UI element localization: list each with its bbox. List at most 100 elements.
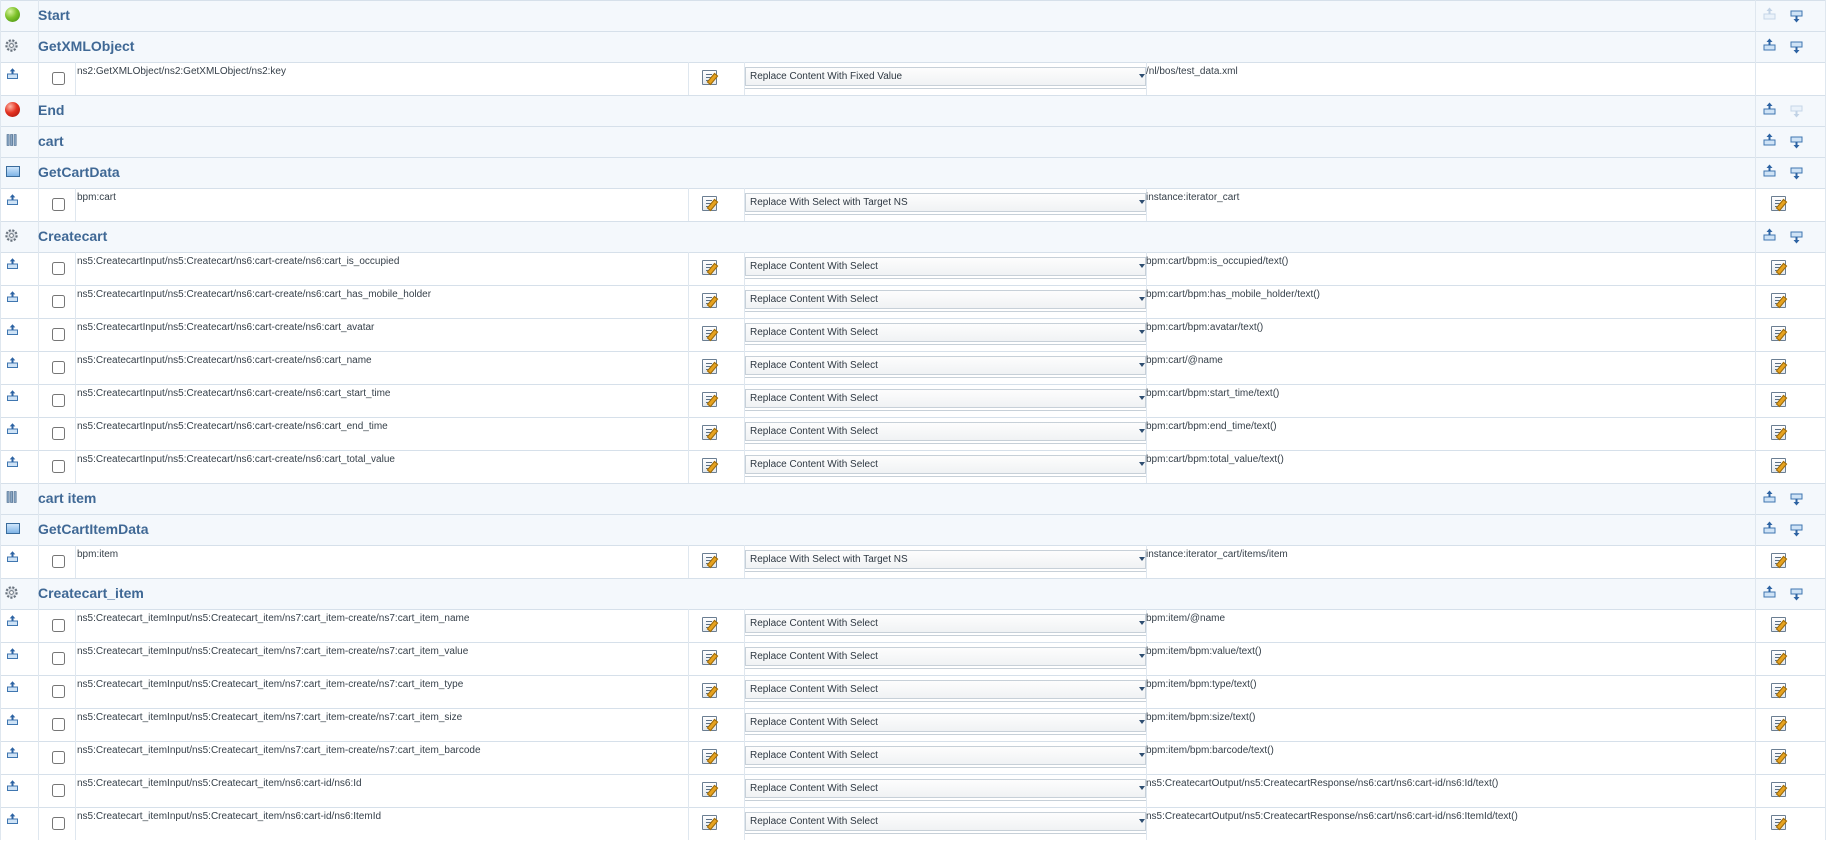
edit-value-icon[interactable] bbox=[1771, 617, 1786, 632]
move-up-icon[interactable] bbox=[1763, 228, 1776, 241]
select-checkbox[interactable] bbox=[52, 198, 65, 211]
edit-value-icon[interactable] bbox=[1771, 260, 1786, 275]
edit-value-icon[interactable] bbox=[1771, 815, 1786, 830]
column-divider bbox=[688, 318, 689, 351]
row-divider bbox=[0, 545, 1826, 546]
select-checkbox[interactable] bbox=[52, 72, 65, 85]
assignment-mode-select[interactable]: Replace Content With Select bbox=[745, 455, 1146, 474]
move-down-icon[interactable] bbox=[1790, 588, 1803, 601]
edit-value-icon[interactable] bbox=[1771, 716, 1786, 731]
move-up-icon[interactable] bbox=[1763, 585, 1776, 598]
select-checkbox[interactable] bbox=[52, 328, 65, 341]
edit-expression-icon[interactable] bbox=[702, 196, 717, 211]
assignment-mode-select[interactable]: Replace Content With Select bbox=[745, 812, 1146, 831]
select-checkbox[interactable] bbox=[52, 295, 65, 308]
assignment-mode-select[interactable]: Replace Content With Select bbox=[745, 680, 1146, 699]
select-checkbox[interactable] bbox=[52, 460, 65, 473]
edit-value-icon[interactable] bbox=[1771, 458, 1786, 473]
assignment-mode-select[interactable]: Replace Content With Select bbox=[745, 779, 1146, 798]
chevron-down-icon bbox=[1139, 297, 1145, 301]
assignment-mode-select[interactable]: Replace Content With Fixed Value bbox=[745, 67, 1146, 86]
assignment-mode-select[interactable]: Replace Content With Select bbox=[745, 323, 1146, 342]
assignment-icon bbox=[7, 648, 18, 659]
select-checkbox[interactable] bbox=[52, 652, 65, 665]
edit-expression-icon[interactable] bbox=[702, 392, 717, 407]
edit-expression-icon[interactable] bbox=[702, 650, 717, 665]
edit-value-icon[interactable] bbox=[1771, 749, 1786, 764]
assignment-mode-select[interactable]: Replace With Select with Target NS bbox=[745, 193, 1146, 212]
edit-expression-icon[interactable] bbox=[702, 749, 717, 764]
edit-expression-icon[interactable] bbox=[702, 716, 717, 731]
edit-value-icon[interactable] bbox=[1771, 650, 1786, 665]
select-checkbox[interactable] bbox=[52, 784, 65, 797]
target-xpath: ns2:GetXMLObject/ns2:GetXMLObject/ns2:ke… bbox=[77, 66, 286, 77]
edit-expression-icon[interactable] bbox=[702, 458, 717, 473]
edit-value-icon[interactable] bbox=[1771, 782, 1786, 797]
select-checkbox[interactable] bbox=[52, 718, 65, 731]
edit-expression-icon[interactable] bbox=[702, 359, 717, 374]
move-up-icon[interactable] bbox=[1763, 164, 1776, 177]
column-divider bbox=[0, 578, 1, 609]
move-up-icon[interactable] bbox=[1763, 102, 1776, 115]
edit-value-icon[interactable] bbox=[1771, 293, 1786, 308]
edit-expression-icon[interactable] bbox=[702, 260, 717, 275]
select-checkbox[interactable] bbox=[52, 394, 65, 407]
move-up-icon[interactable] bbox=[1763, 133, 1776, 146]
edit-expression-icon[interactable] bbox=[702, 326, 717, 341]
move-down-icon[interactable] bbox=[1790, 41, 1803, 54]
column-divider bbox=[1755, 741, 1756, 774]
select-underline bbox=[745, 214, 1146, 215]
edit-expression-icon[interactable] bbox=[702, 617, 717, 632]
select-checkbox[interactable] bbox=[52, 817, 65, 830]
move-down-icon[interactable] bbox=[1790, 231, 1803, 244]
move-down-icon[interactable] bbox=[1790, 10, 1803, 23]
move-down-icon[interactable] bbox=[1790, 524, 1803, 537]
edit-value-icon[interactable] bbox=[1771, 425, 1786, 440]
edit-expression-icon[interactable] bbox=[702, 815, 717, 830]
edit-expression-icon[interactable] bbox=[702, 70, 717, 85]
select-checkbox[interactable] bbox=[52, 555, 65, 568]
move-down-icon[interactable] bbox=[1790, 493, 1803, 506]
select-checkbox[interactable] bbox=[52, 685, 65, 698]
source-value: instance:iterator_cart bbox=[1146, 192, 1240, 203]
source-value: bpm:item/bpm:type/text() bbox=[1146, 679, 1257, 690]
select-checkbox[interactable] bbox=[52, 361, 65, 374]
move-up-icon[interactable] bbox=[1763, 521, 1776, 534]
column-divider bbox=[1755, 708, 1756, 741]
column-divider bbox=[1755, 31, 1756, 62]
target-xpath: ns5:Createcart_itemInput/ns5:Createcart_… bbox=[77, 646, 469, 657]
assignment-mode-select[interactable]: Replace Content With Select bbox=[745, 746, 1146, 765]
edit-expression-icon[interactable] bbox=[702, 553, 717, 568]
move-down-icon[interactable] bbox=[1790, 136, 1803, 149]
select-checkbox[interactable] bbox=[52, 427, 65, 440]
assignment-mode-select[interactable]: Replace Content With Select bbox=[745, 290, 1146, 309]
edit-expression-icon[interactable] bbox=[702, 683, 717, 698]
edit-expression-icon[interactable] bbox=[702, 782, 717, 797]
assignment-icon bbox=[7, 357, 18, 368]
move-up-icon[interactable] bbox=[1763, 38, 1776, 51]
assignment-mode-select[interactable]: Replace With Select with Target NS bbox=[745, 550, 1146, 569]
assignment-mode-select[interactable]: Replace Content With Select bbox=[745, 713, 1146, 732]
select-checkbox[interactable] bbox=[52, 751, 65, 764]
edit-value-icon[interactable] bbox=[1771, 196, 1786, 211]
assignment-mode-select[interactable]: Replace Content With Select bbox=[745, 647, 1146, 666]
edit-value-icon[interactable] bbox=[1771, 359, 1786, 374]
move-down-icon[interactable] bbox=[1790, 167, 1803, 180]
edit-value-icon[interactable] bbox=[1771, 683, 1786, 698]
edit-value-icon[interactable] bbox=[1771, 326, 1786, 341]
edit-value-icon[interactable] bbox=[1771, 553, 1786, 568]
assignment-mode-select[interactable]: Replace Content With Select bbox=[745, 389, 1146, 408]
select-checkbox[interactable] bbox=[52, 619, 65, 632]
edit-expression-icon[interactable] bbox=[702, 425, 717, 440]
edit-expression-icon[interactable] bbox=[702, 293, 717, 308]
select-checkbox[interactable] bbox=[52, 262, 65, 275]
assignment-mode-select[interactable]: Replace Content With Select bbox=[745, 356, 1146, 375]
move-up-icon[interactable] bbox=[1763, 490, 1776, 503]
assignment-mode-value: Replace With Select with Target NS bbox=[750, 197, 908, 208]
edit-value-icon[interactable] bbox=[1771, 392, 1786, 407]
assignment-mode-select[interactable]: Replace Content With Select bbox=[745, 614, 1146, 633]
assignment-mode-select[interactable]: Replace Content With Select bbox=[745, 257, 1146, 276]
assignment-mode-select[interactable]: Replace Content With Select bbox=[745, 422, 1146, 441]
column-divider bbox=[1755, 545, 1756, 578]
source-value: bpm:cart/bpm:has_mobile_holder/text() bbox=[1146, 289, 1320, 300]
